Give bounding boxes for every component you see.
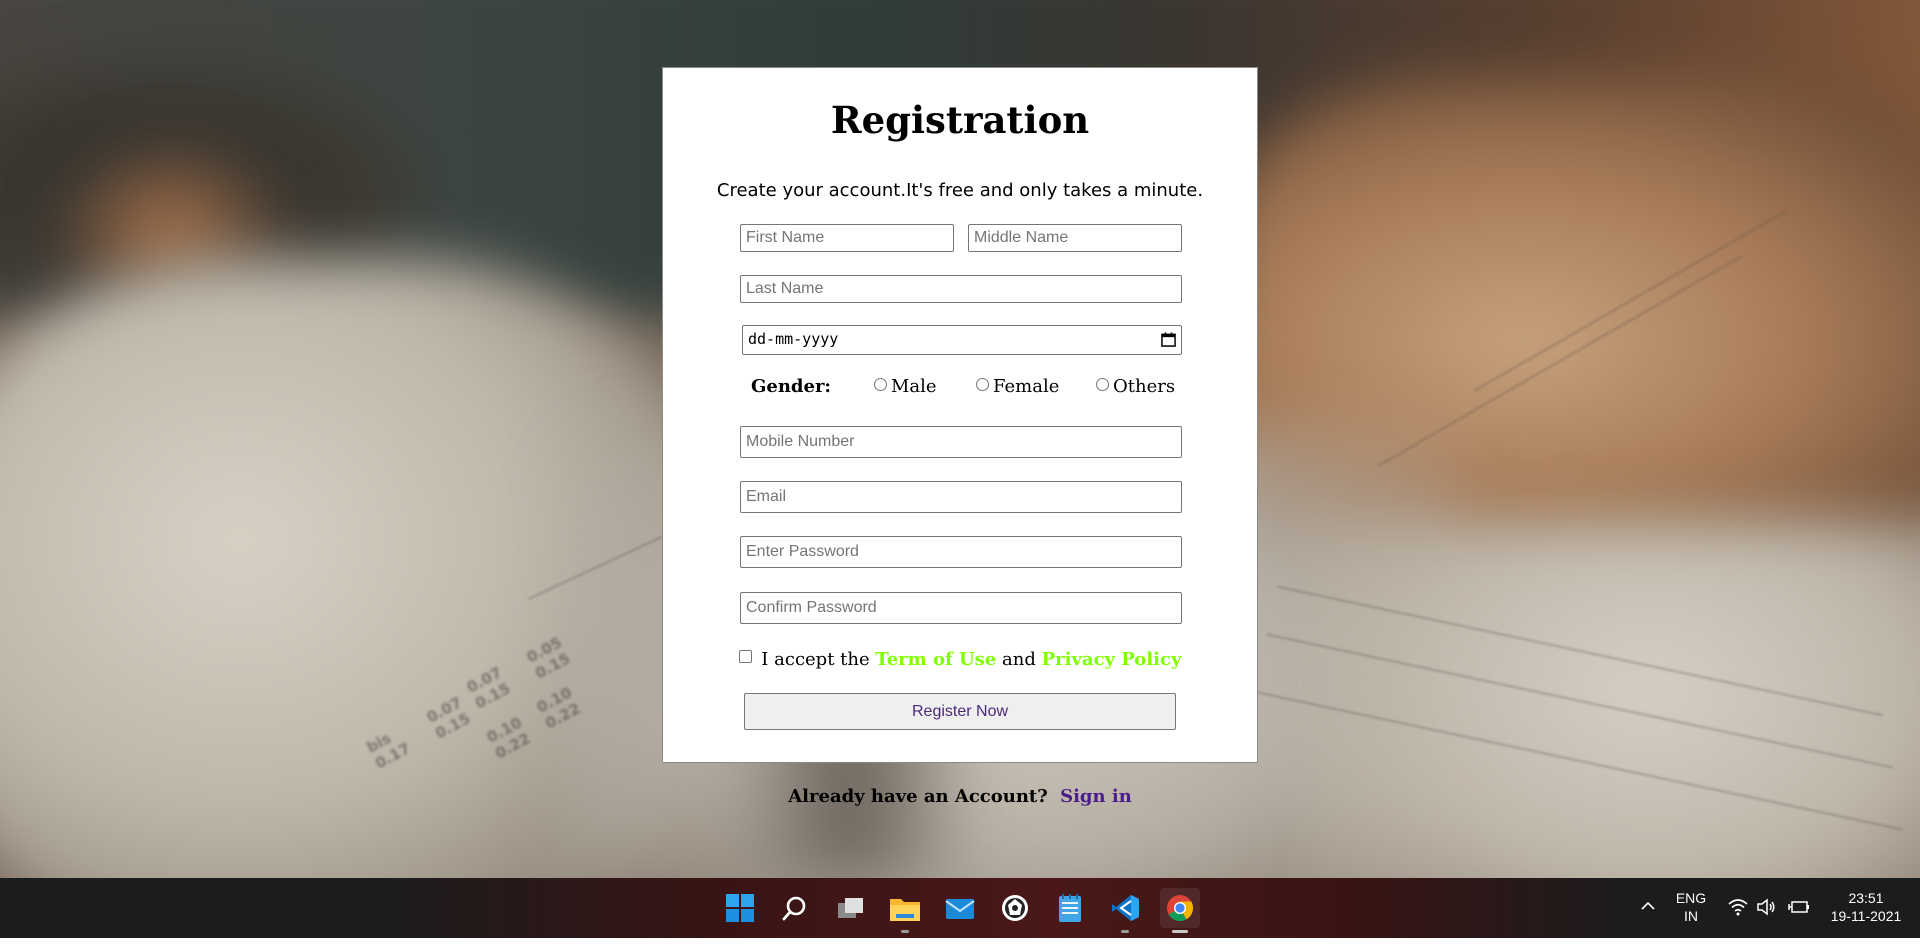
gender-label: Gender: [751, 376, 832, 397]
calendar-icon[interactable] [1161, 332, 1176, 347]
mobile-number-input[interactable] [746, 427, 1176, 457]
clock[interactable]: 23:51 19-11-2021 [1820, 889, 1912, 949]
date-placeholder: dd-mm-yyyy [748, 330, 839, 348]
privacy-policy-link[interactable]: Privacy Policy [1042, 649, 1182, 670]
battery-charging-icon[interactable] [1788, 898, 1810, 920]
language-indicator[interactable]: ENG IN [1664, 889, 1718, 949]
email-field[interactable] [740, 481, 1182, 513]
clock-time: 23:51 [1848, 890, 1884, 906]
wifi-icon[interactable] [1728, 898, 1748, 920]
search-icon[interactable] [775, 888, 815, 928]
vs-code-icon[interactable] [1105, 888, 1145, 933]
others-label: Others [1113, 376, 1176, 397]
windows-start-icon[interactable] [720, 888, 760, 928]
gender-others-option[interactable]: Others [1096, 376, 1175, 397]
mail-icon[interactable] [940, 888, 980, 928]
taskbar: ENG IN 23:51 19-11-2021 [0, 878, 1920, 938]
register-now-button[interactable]: Register Now [744, 693, 1176, 730]
terms-row: I accept the Term of Use and Privacy Pol… [663, 649, 1257, 670]
female-label: Female [993, 376, 1060, 397]
registration-card: Registration Create your account.It's fr… [662, 67, 1258, 763]
male-label: Male [891, 376, 937, 397]
form-subtitle: Create your account.It's free and only t… [716, 180, 1204, 201]
accept-terms-checkbox[interactable] [738, 650, 752, 663]
language-region: IN [1684, 908, 1698, 924]
others-radio[interactable] [1096, 378, 1109, 391]
female-radio[interactable] [976, 378, 989, 391]
email-input[interactable] [746, 482, 1176, 512]
middle-name-input[interactable] [974, 225, 1176, 251]
form-title: Registration [830, 98, 1090, 142]
male-radio[interactable] [874, 378, 887, 391]
volume-icon[interactable] [1756, 898, 1776, 920]
clock-date: 19-11-2021 [1830, 908, 1902, 924]
first-name-input[interactable] [746, 225, 948, 251]
signin-prompt: Already have an Account? [788, 786, 1048, 807]
chevron-up-icon[interactable] [1640, 898, 1656, 918]
confirm-password-field[interactable] [740, 592, 1182, 624]
password-input[interactable] [746, 537, 1176, 567]
file-explorer-indicator [901, 930, 909, 933]
language-code: ENG [1675, 890, 1707, 906]
confirm-password-input[interactable] [746, 593, 1176, 623]
accept-prefix: I accept the [761, 649, 870, 670]
last-name-input[interactable] [746, 276, 1176, 302]
file-explorer-icon[interactable] [885, 888, 925, 933]
first-name-field[interactable] [740, 224, 954, 252]
app-icon[interactable] [995, 888, 1035, 928]
terms-of-use-link[interactable]: Term of Use [875, 649, 996, 670]
middle-name-field[interactable] [968, 224, 1182, 252]
mobile-number-field[interactable] [740, 426, 1182, 458]
date-of-birth-field[interactable]: dd-mm-yyyy [742, 325, 1182, 355]
gender-male-option[interactable]: Male [874, 376, 937, 397]
accept-and: and [1002, 649, 1036, 670]
last-name-field[interactable] [740, 275, 1182, 303]
sign-in-link[interactable]: Sign in [1060, 786, 1132, 807]
notepad-icon[interactable] [1050, 888, 1090, 928]
signin-prompt-row: Already have an Account? Sign in [0, 786, 1920, 807]
password-field[interactable] [740, 536, 1182, 568]
gender-female-option[interactable]: Female [976, 376, 1059, 397]
vs-code-indicator [1121, 930, 1129, 933]
task-view-icon[interactable] [830, 888, 870, 928]
gender-group: Gender: Male Female Others [663, 376, 1257, 400]
chrome-icon[interactable] [1160, 888, 1200, 933]
chrome-active-indicator [1172, 930, 1188, 933]
